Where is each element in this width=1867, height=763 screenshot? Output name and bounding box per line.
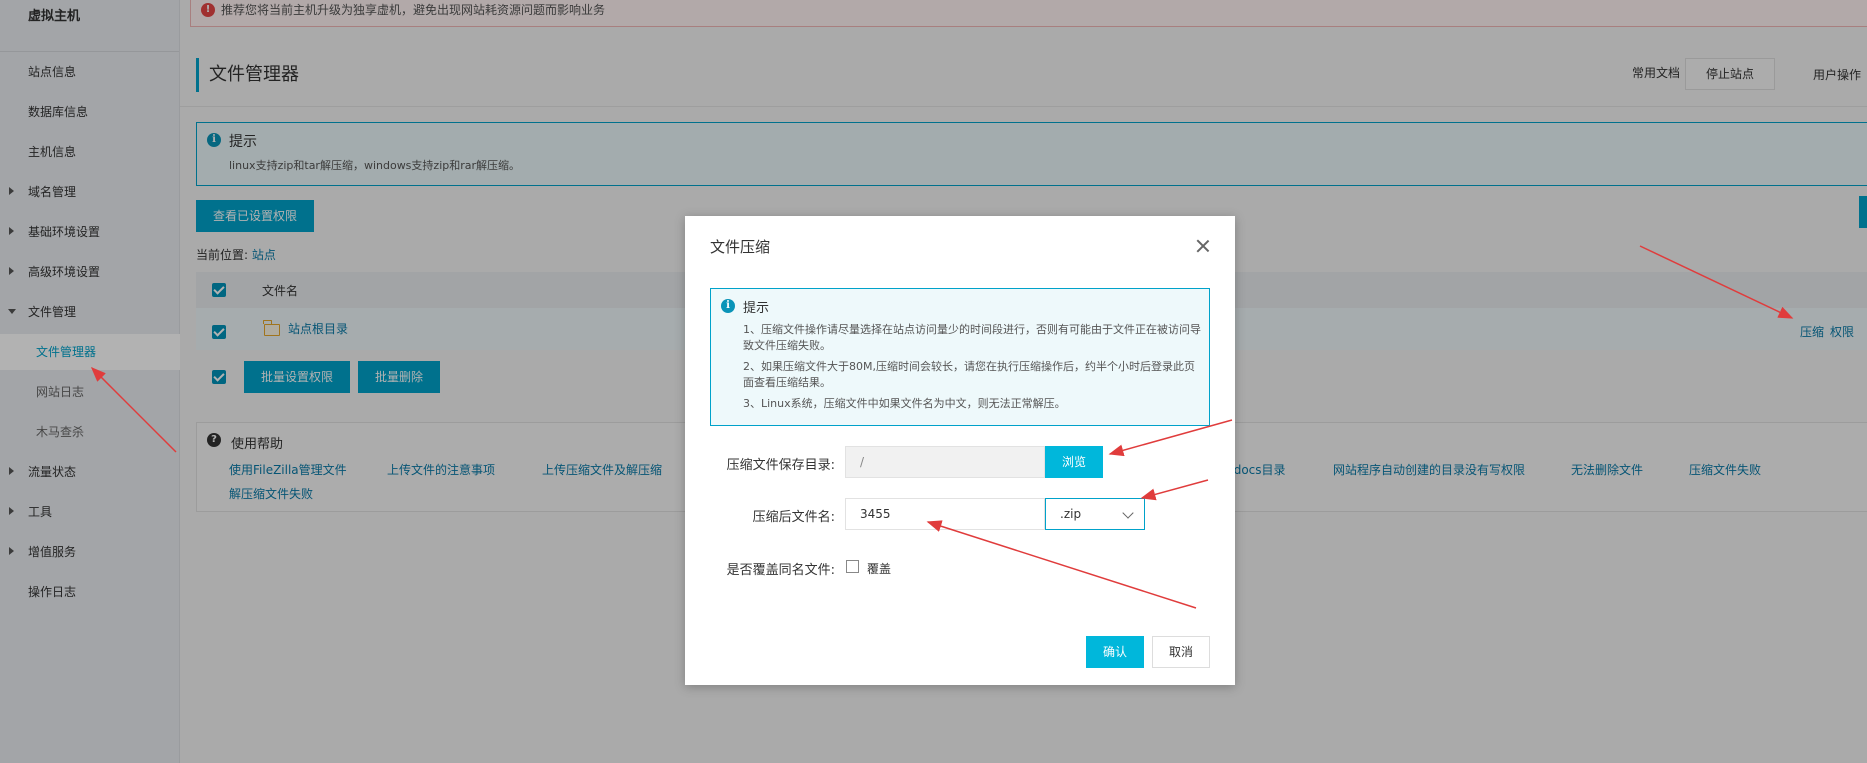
confirm-button[interactable]: 确认 (1086, 636, 1144, 668)
close-icon[interactable] (1195, 238, 1211, 254)
filename-input[interactable]: 3455 (845, 498, 1045, 530)
chevron-down-icon (1122, 507, 1134, 519)
save-dir-input: / (845, 446, 1045, 478)
dialog-tip-title: 提示 (743, 301, 770, 316)
compress-dialog: 文件压缩 i 提示 1、压缩文件操作请尽量选择在站点访问量少的时间段进行，否则有… (685, 216, 1235, 685)
extension-select[interactable]: .zip (1045, 498, 1145, 530)
info-icon: i (721, 299, 735, 313)
overwrite-option-label[interactable]: 覆盖 (867, 560, 891, 577)
dialog-tip-line: 3、Linux系统，压缩文件中如果文件名为中文，则无法正常解压。 (743, 397, 1066, 410)
overwrite-label: 是否覆盖同名文件: (726, 563, 835, 578)
dialog-tip-line: 2、如果压缩文件大于80M,压缩时间会较长，请您在执行压缩操作后，约半个小时后登… (743, 360, 1195, 389)
dialog-title: 文件压缩 (710, 238, 771, 256)
dialog-tip-box: i 提示 1、压缩文件操作请尽量选择在站点访问量少的时间段进行，否则有可能由于文… (710, 288, 1210, 426)
filename-label: 压缩后文件名: (752, 510, 835, 525)
browse-button[interactable]: 浏览 (1045, 446, 1103, 478)
cancel-button[interactable]: 取消 (1152, 636, 1210, 668)
extension-value: .zip (1060, 507, 1082, 521)
dialog-tip-line: 1、压缩文件操作请尽量选择在站点访问量少的时间段进行，否则有可能由于文件正在被访… (743, 323, 1201, 352)
save-dir-label: 压缩文件保存目录: (726, 458, 835, 473)
overwrite-checkbox[interactable] (846, 560, 859, 573)
